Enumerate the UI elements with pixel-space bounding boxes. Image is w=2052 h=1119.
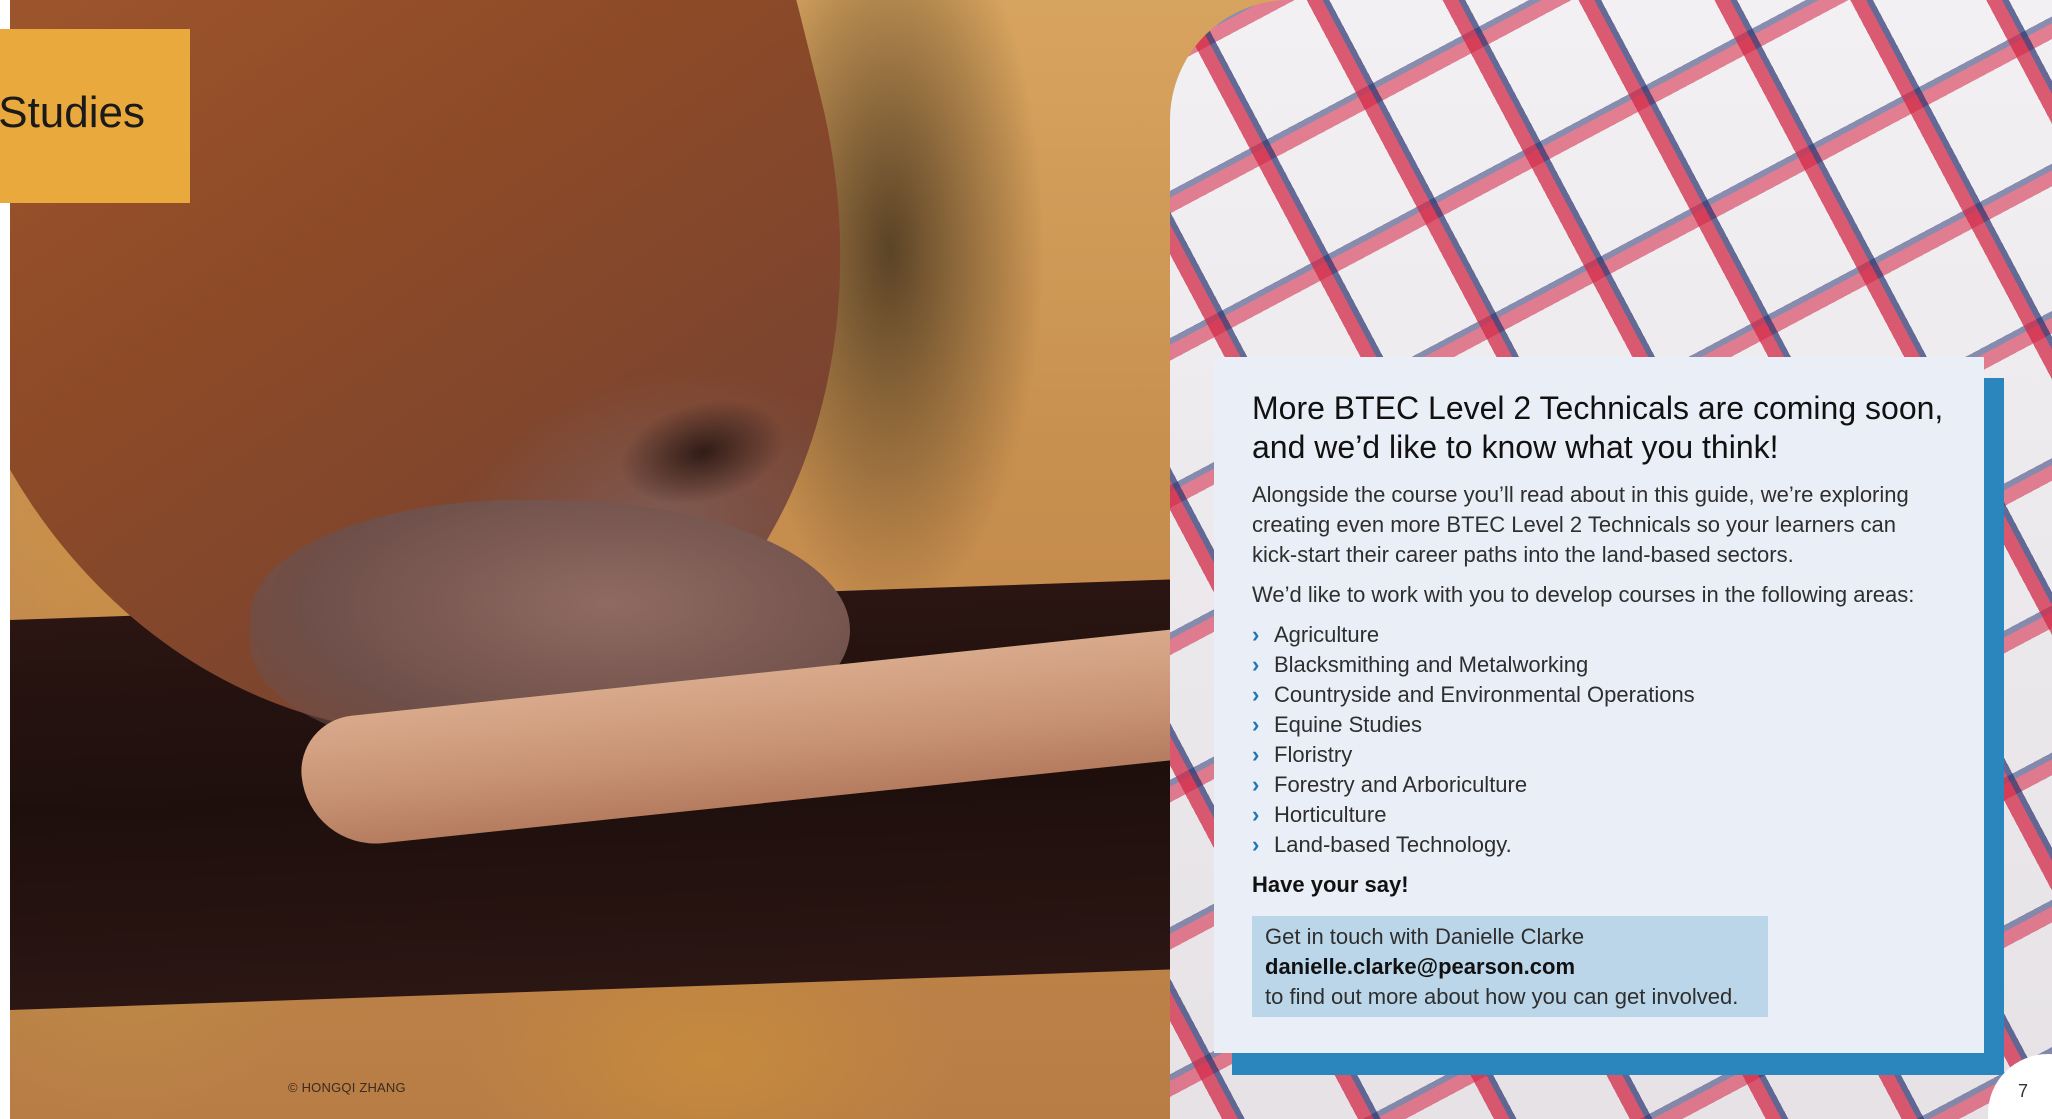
list-item: › Countryside and Environmental Operation… bbox=[1252, 680, 1946, 710]
list-item-label: Countryside and Environmental Operations bbox=[1274, 682, 1695, 707]
brochure-page: Studies © HONGQI ZHANG More BTEC Level 2… bbox=[0, 0, 2052, 1119]
list-item-label: Agriculture bbox=[1274, 622, 1380, 647]
list-item-label: Blacksmithing and Metalworking bbox=[1274, 652, 1589, 677]
list-item: › Equine Studies bbox=[1252, 710, 1946, 740]
list-item: › Floristry bbox=[1252, 740, 1946, 770]
chevron-right-icon: › bbox=[1252, 682, 1260, 707]
list-item-label: Horticulture bbox=[1274, 802, 1387, 827]
chevron-right-icon: › bbox=[1252, 622, 1260, 647]
list-item-label: Forestry and Arboriculture bbox=[1274, 772, 1528, 797]
section-title-tab: Studies bbox=[0, 29, 190, 203]
contact-line: to find out more about how you can get i… bbox=[1265, 984, 1739, 1009]
list-item-label: Land-based Technology. bbox=[1274, 832, 1512, 857]
info-box: More BTEC Level 2 Technicals are coming … bbox=[1214, 357, 1984, 1053]
list-item: › Forestry and Arboriculture bbox=[1252, 770, 1946, 800]
list-item: › Horticulture bbox=[1252, 800, 1946, 830]
info-box-intro: Alongside the course you’ll read about i… bbox=[1252, 482, 1909, 567]
chevron-right-icon: › bbox=[1252, 742, 1260, 767]
chevron-right-icon: › bbox=[1252, 652, 1260, 677]
info-box-heading: More BTEC Level 2 Technicals are coming … bbox=[1252, 390, 1944, 465]
list-item-label: Equine Studies bbox=[1274, 712, 1422, 737]
chevron-right-icon: › bbox=[1252, 832, 1260, 857]
list-item: › Agriculture bbox=[1252, 620, 1946, 650]
chevron-right-icon: › bbox=[1252, 772, 1260, 797]
list-item-label: Floristry bbox=[1274, 742, 1353, 767]
areas-list: › Agriculture › Blacksmithing and Metalwor… bbox=[1252, 620, 1946, 860]
page-number: 7 bbox=[2018, 1081, 2029, 1101]
list-item: › Blacksmithing and Metalworking bbox=[1252, 650, 1946, 680]
section-title: Studies bbox=[0, 88, 145, 137]
contact-email[interactable]: danielle.clarke@pearson.com bbox=[1265, 952, 1755, 982]
call-to-action: Have your say! bbox=[1252, 872, 1409, 897]
contact-line: Get in touch with Danielle Clarke bbox=[1265, 924, 1585, 949]
chevron-right-icon: › bbox=[1252, 712, 1260, 737]
contact-box: Get in touch with Danielle Clarke daniel… bbox=[1252, 916, 1768, 1017]
info-box-lead: We’d like to work with you to develop co… bbox=[1252, 582, 1915, 607]
list-item: › Land-based Technology. bbox=[1252, 830, 1946, 860]
photo-credit: © HONGQI ZHANG bbox=[288, 1080, 406, 1095]
chevron-right-icon: › bbox=[1252, 802, 1260, 827]
